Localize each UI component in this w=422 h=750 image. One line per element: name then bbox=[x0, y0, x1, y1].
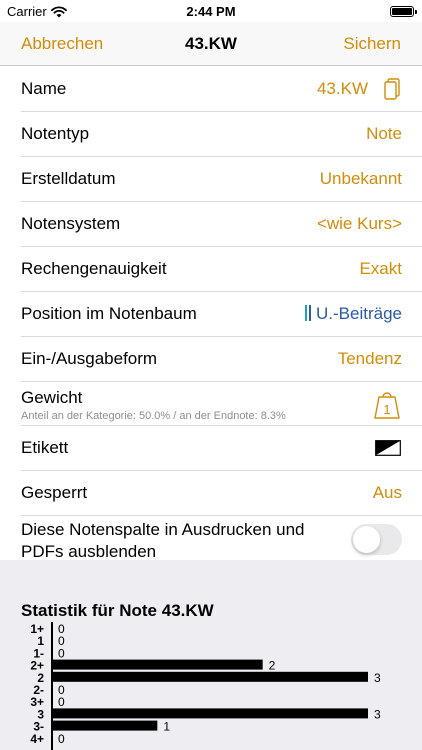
grade-distribution-chart: 1+ 01 01- 02+ 22 32- 03+ 03 33- 14+ 0 bbox=[30, 622, 381, 750]
value-label: 0 bbox=[58, 695, 65, 709]
io-form-label: Ein-/Ausgabeform bbox=[21, 349, 158, 368]
bar bbox=[52, 659, 263, 670]
tree-position-label: Position im Notenbaum bbox=[21, 304, 197, 323]
row-grading-system[interactable]: Notensystem <wie Kurs> bbox=[21, 202, 422, 247]
settings-list: Name 43.KW Notentyp Note Erstelldatum Un… bbox=[0, 67, 422, 563]
value-label: 1 bbox=[163, 720, 170, 734]
tree-bars-icon bbox=[305, 305, 312, 321]
grading-system-label: Notensystem bbox=[21, 214, 121, 233]
row-locked[interactable]: Gesperrt Aus bbox=[21, 471, 422, 516]
value-label: 3 bbox=[374, 671, 381, 685]
io-form-value: Tendenz bbox=[337, 349, 402, 368]
status-bar: Carrier 2:44 PM bbox=[0, 0, 422, 22]
row-hide-in-prints: Diese Notenspalte in Ausdrucken und PDFs… bbox=[21, 516, 422, 563]
value-label: 0 bbox=[58, 732, 65, 746]
precision-label: Rechengenauigkeit bbox=[21, 259, 167, 278]
weight-label: Gewicht bbox=[21, 388, 83, 407]
name-label: Name bbox=[21, 79, 67, 98]
locked-label: Gesperrt bbox=[21, 483, 88, 502]
bar bbox=[52, 708, 368, 719]
documents-icon[interactable] bbox=[383, 78, 401, 100]
hide-in-prints-toggle[interactable] bbox=[351, 524, 402, 555]
save-button[interactable]: Sichern bbox=[343, 34, 401, 54]
created-date-label: Erstelldatum bbox=[21, 169, 116, 188]
row-precision[interactable]: Rechengenauigkeit Exakt bbox=[21, 247, 422, 292]
precision-value: Exakt bbox=[359, 259, 402, 278]
category-label: 4+ bbox=[30, 732, 44, 746]
row-note-type[interactable]: Notentyp Note bbox=[21, 112, 422, 157]
name-value: 43.KW bbox=[316, 79, 368, 98]
note-type-label: Notentyp bbox=[21, 124, 90, 143]
bar bbox=[52, 720, 158, 731]
row-name[interactable]: Name 43.KW bbox=[21, 67, 422, 112]
weight-icon[interactable]: 1 bbox=[373, 390, 401, 420]
battery-icon bbox=[390, 6, 417, 17]
toggle-knob bbox=[353, 526, 380, 553]
statistics-section: Statistik für Note 43.KW 1+ 0 1 0 1- 0 2+ 2 2 3 2-… bbox=[0, 560, 422, 750]
created-date-value: Unbekannt bbox=[319, 169, 402, 188]
row-io-form[interactable]: Ein-/Ausgabeform Tendenz bbox=[21, 337, 422, 382]
value-label: 3 bbox=[374, 707, 381, 721]
weight-icon-value: 1 bbox=[383, 402, 390, 417]
label-label: Etikett bbox=[21, 438, 69, 457]
note-type-value: Note bbox=[366, 124, 402, 143]
clock: 2:44 PM bbox=[186, 4, 236, 19]
row-weight[interactable]: Gewicht Anteil an der Kategorie: 50.0% /… bbox=[21, 382, 422, 426]
row-tree-position[interactable]: Position im Notenbaum U.-Beiträge bbox=[21, 292, 422, 337]
value-label: 0 bbox=[58, 646, 65, 660]
tree-position-value: U.-Beiträge bbox=[304, 304, 402, 324]
value-label: 2 bbox=[269, 659, 276, 673]
row-created-date[interactable]: Erstelldatum Unbekannt bbox=[21, 157, 422, 202]
label-swatch-icon[interactable] bbox=[375, 440, 401, 456]
nav-bar: Abbrechen 43.KW Sichern bbox=[0, 22, 422, 66]
grading-system-value: <wie Kurs> bbox=[316, 214, 402, 233]
tree-position-text: U.-Beiträge bbox=[316, 304, 402, 323]
hide-in-prints-label: Diese Notenspalte in Ausdrucken und PDFs… bbox=[21, 520, 305, 561]
bar bbox=[52, 671, 368, 682]
locked-value: Aus bbox=[372, 483, 402, 502]
weight-subtitle: Anteil an der Kategorie: 50.0% / an der … bbox=[21, 410, 286, 422]
row-label[interactable]: Etikett bbox=[21, 426, 422, 471]
